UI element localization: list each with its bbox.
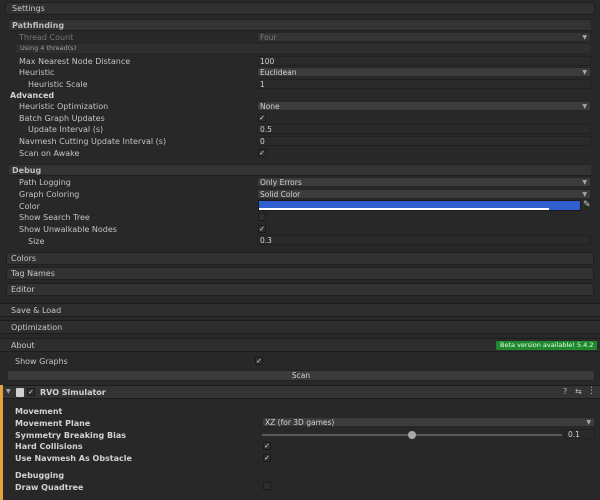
- foldout-arrow-icon[interactable]: ▼: [6, 388, 11, 395]
- checkmark-icon: ✓: [256, 357, 262, 365]
- batch-updates-label: Batch Graph Updates: [19, 114, 105, 123]
- thread-info-box: Using 4 thread(s): [14, 43, 591, 54]
- settings-header[interactable]: Settings: [5, 2, 595, 15]
- color-alpha-bar: [259, 208, 549, 210]
- save-load-label: Save & Load: [11, 306, 62, 315]
- chevron-down-icon: ▼: [582, 179, 587, 186]
- optimization-label: Optimization: [11, 323, 63, 332]
- navmesh-obstacle-checkbox[interactable]: ✓: [263, 454, 271, 462]
- show-search-tree-label: Show Search Tree: [19, 213, 90, 222]
- draw-quadtree-label: Draw Quadtree: [15, 483, 84, 492]
- update-interval-input[interactable]: 0.5: [257, 124, 591, 134]
- thread-count-dropdown[interactable]: Four ▼: [257, 32, 591, 42]
- graph-coloring-value: Solid Color: [260, 190, 301, 199]
- show-unwalkable-checkbox[interactable]: ✓: [258, 225, 266, 233]
- heuristic-opt-value: None: [260, 102, 280, 111]
- eyedropper-icon[interactable]: ✎: [583, 200, 591, 210]
- size-label: Size: [28, 237, 45, 246]
- heuristic-value: Euclidean: [260, 68, 297, 77]
- symmetry-input[interactable]: 0.1: [565, 429, 595, 439]
- colors-foldout[interactable]: Colors: [6, 252, 594, 265]
- path-logging-value: Only Errors: [260, 178, 302, 187]
- optimization-section[interactable]: Optimization: [0, 320, 600, 334]
- heuristic-opt-dropdown[interactable]: None ▼: [257, 101, 591, 111]
- rvo-title: RVO Simulator: [40, 388, 106, 397]
- path-logging-dropdown[interactable]: Only Errors ▼: [257, 177, 591, 187]
- batch-updates-checkbox[interactable]: ✓: [258, 114, 266, 122]
- draw-quadtree-checkbox[interactable]: [263, 482, 271, 490]
- chevron-down-icon: ▼: [586, 419, 591, 426]
- colors-foldout-label: Colors: [11, 254, 37, 263]
- path-logging-label: Path Logging: [19, 178, 71, 187]
- update-interval-label: Update Interval (s): [28, 125, 104, 134]
- max-nearest-input[interactable]: 100: [257, 56, 591, 66]
- debug-title: Debug: [12, 166, 42, 175]
- tag-names-foldout[interactable]: Tag Names: [6, 267, 594, 280]
- checkmark-icon: ✓: [259, 225, 265, 233]
- show-unwalkable-label: Show Unwalkable Nodes: [19, 225, 117, 234]
- script-icon: [16, 388, 24, 397]
- checkmark-icon: ✓: [264, 454, 270, 462]
- graph-coloring-dropdown[interactable]: Solid Color ▼: [257, 189, 591, 199]
- navmesh-obstacle-label: Use Navmesh As Obstacle: [15, 454, 132, 463]
- navmesh-cutting-label: Navmesh Cutting Update Interval (s): [19, 137, 167, 146]
- save-load-section[interactable]: Save & Load: [0, 303, 600, 317]
- heuristic-label: Heuristic: [19, 68, 55, 77]
- checkmark-icon: ✓: [28, 388, 34, 396]
- checkmark-icon: ✓: [264, 442, 270, 450]
- heuristic-scale-input[interactable]: 1: [257, 79, 591, 89]
- heuristic-dropdown[interactable]: Euclidean ▼: [257, 67, 591, 77]
- movement-plane-value: XZ (for 3D games): [265, 418, 335, 427]
- editor-foldout[interactable]: Editor: [6, 283, 594, 296]
- beta-badge[interactable]: Beta version available! 5.4.2: [496, 341, 598, 350]
- menu-icon[interactable]: ⋮: [587, 386, 596, 396]
- tag-names-foldout-label: Tag Names: [11, 269, 55, 278]
- debugging-title: Debugging: [15, 471, 65, 480]
- checkmark-icon: ✓: [259, 149, 265, 157]
- checkmark-icon: ✓: [259, 114, 265, 122]
- show-graphs-label: Show Graphs: [15, 357, 68, 366]
- about-label: About: [11, 341, 35, 350]
- chevron-down-icon: ▼: [582, 69, 587, 76]
- rvo-component-header[interactable]: ▼ ✓ RVO Simulator ? ⇆ ⋮: [0, 385, 600, 399]
- movement-plane-label: Movement Plane: [15, 419, 91, 428]
- movement-title: Movement: [15, 407, 63, 416]
- show-graphs-checkbox[interactable]: ✓: [255, 357, 263, 365]
- color-swatch[interactable]: [258, 200, 581, 211]
- hard-collisions-checkbox[interactable]: ✓: [263, 442, 271, 450]
- max-nearest-label: Max Nearest Node Distance: [19, 57, 131, 66]
- preset-icon[interactable]: ⇆: [575, 387, 582, 396]
- symmetry-slider-thumb[interactable]: [408, 431, 416, 439]
- debug-header[interactable]: Debug: [9, 164, 591, 176]
- color-label: Color: [19, 202, 40, 211]
- scan-on-awake-checkbox[interactable]: ✓: [258, 149, 266, 157]
- editor-foldout-label: Editor: [11, 285, 35, 294]
- size-input[interactable]: 0.3: [257, 235, 591, 245]
- show-search-tree-checkbox[interactable]: [258, 213, 266, 221]
- scan-button[interactable]: Scan: [7, 370, 595, 381]
- help-icon[interactable]: ?: [563, 387, 567, 396]
- thread-count-value: Four: [260, 33, 277, 42]
- hard-collisions-label: Hard Collisions: [15, 442, 83, 451]
- chevron-down-icon: ▼: [582, 34, 587, 41]
- rvo-enabled-checkbox[interactable]: ✓: [27, 388, 35, 396]
- advanced-title: Advanced: [10, 91, 55, 100]
- heuristic-opt-label: Heuristic Optimization: [19, 102, 109, 111]
- navmesh-cutting-input[interactable]: 0: [257, 136, 591, 146]
- chevron-down-icon: ▼: [582, 191, 587, 198]
- heuristic-scale-label: Heuristic Scale: [28, 80, 88, 89]
- graph-coloring-label: Graph Coloring: [19, 190, 80, 199]
- scan-on-awake-label: Scan on Awake: [19, 149, 80, 158]
- movement-plane-dropdown[interactable]: XZ (for 3D games) ▼: [262, 417, 595, 427]
- pathfinding-header[interactable]: Pathfinding: [9, 19, 591, 31]
- thread-count-label: Thread Count: [19, 33, 74, 42]
- modified-indicator: [0, 385, 3, 500]
- thread-info-text: Using 4 thread(s): [20, 44, 77, 52]
- chevron-down-icon: ▼: [582, 103, 587, 110]
- settings-title: Settings: [12, 4, 45, 13]
- pathfinding-title: Pathfinding: [12, 21, 65, 30]
- symmetry-label: Symmetry Breaking Bias: [15, 431, 126, 440]
